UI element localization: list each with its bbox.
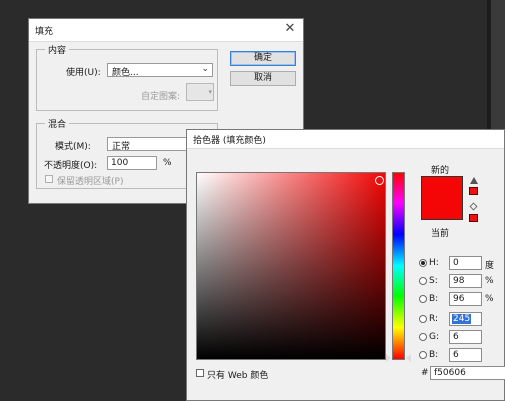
hue-slider-right-handle[interactable]	[406, 354, 411, 362]
color-field-cursor[interactable]	[375, 176, 384, 185]
chevron-down-icon: ⌄	[201, 64, 209, 74]
blue-radio[interactable]	[419, 351, 427, 359]
s-input[interactable]: 98	[449, 274, 482, 288]
g-radio[interactable]	[419, 333, 427, 341]
s-radio[interactable]	[419, 277, 427, 285]
fill-dialog-title: 填充	[35, 27, 54, 37]
r-radio[interactable]	[419, 315, 427, 323]
blend-group-legend: 混合	[45, 117, 70, 130]
hex-value: f50606	[434, 368, 466, 378]
current-color-swatch[interactable]	[421, 198, 463, 220]
color-picker-title: 拾色器 (填充颜色)	[193, 136, 266, 146]
h-unit: 度	[485, 261, 495, 271]
opacity-value: 100	[111, 158, 129, 168]
use-select[interactable]: 颜色... ⌄	[107, 63, 213, 78]
hue-slider-left-handle[interactable]	[386, 354, 391, 362]
current-color-label: 当前	[431, 229, 450, 239]
web-colors-only-label: 只有 Web 颜色	[207, 371, 269, 381]
r-value: 245	[452, 314, 472, 324]
mode-label: 模式(M):	[55, 142, 91, 152]
color-picker-titlebar[interactable]: 拾色器 (填充颜色)	[187, 130, 504, 149]
cancel-button[interactable]: 取消	[230, 71, 296, 86]
close-icon[interactable]: ✕	[281, 20, 299, 38]
opacity-label: 不透明度(O):	[44, 161, 98, 171]
gamut-color-chip[interactable]	[469, 187, 478, 195]
g-value: 6	[453, 332, 459, 342]
g-label: G:	[429, 332, 440, 342]
brightness-radio[interactable]	[419, 295, 427, 303]
content-group: 内容 使用(U): 颜色... ⌄ 自定图案: ▾	[36, 43, 218, 111]
blue-input[interactable]: 6	[449, 348, 482, 362]
ok-button[interactable]: 确定	[230, 51, 296, 66]
hue-slider[interactable]	[392, 172, 405, 360]
custom-pattern-picker[interactable]: ▾	[186, 83, 214, 101]
blue-label: B:	[429, 350, 439, 360]
h-value: 0	[453, 258, 459, 268]
r-input[interactable]: 245	[449, 312, 482, 326]
r-label: R:	[429, 314, 439, 324]
custom-pattern-label: 自定图案:	[141, 92, 181, 102]
fill-dialog-titlebar[interactable]: 填充 ✕	[29, 19, 303, 42]
use-select-value: 颜色...	[112, 68, 139, 78]
h-radio[interactable]	[419, 259, 427, 267]
brightness-label: B:	[429, 294, 439, 304]
warning-icon[interactable]	[470, 177, 478, 184]
new-color-label: 新的	[431, 166, 450, 176]
hex-input[interactable]: f50606	[430, 366, 505, 380]
color-picker-dialog: 拾色器 (填充颜色) 新的 当前 H: 0 度 S: 98 % B: 96 % …	[186, 129, 505, 401]
preserve-transparency-checkbox[interactable]	[45, 175, 53, 183]
saturation-brightness-field[interactable]	[196, 172, 386, 360]
content-group-legend: 内容	[45, 43, 70, 56]
web-color-chip[interactable]	[469, 214, 478, 222]
opacity-unit: %	[163, 158, 172, 168]
brightness-input[interactable]: 96	[449, 292, 482, 306]
mode-select-value: 正常	[112, 142, 131, 152]
opacity-input[interactable]: 100	[107, 156, 157, 170]
s-label: S:	[429, 276, 438, 286]
web-colors-only-checkbox[interactable]	[196, 369, 204, 377]
s-value: 98	[453, 276, 465, 286]
brightness-unit: %	[485, 294, 494, 304]
brightness-value: 96	[453, 294, 465, 304]
new-color-swatch	[421, 176, 463, 198]
chevron-down-icon: ▾	[208, 88, 212, 96]
h-label: H:	[429, 258, 439, 268]
preserve-transparency-label: 保留透明区域(P)	[57, 177, 124, 187]
g-input[interactable]: 6	[449, 330, 482, 344]
h-input[interactable]: 0	[449, 256, 482, 270]
use-label: 使用(U):	[66, 68, 101, 78]
blue-value: 6	[453, 350, 459, 360]
hex-symbol: #	[421, 368, 429, 378]
web-cube-icon[interactable]	[469, 202, 478, 211]
s-unit: %	[485, 276, 494, 286]
